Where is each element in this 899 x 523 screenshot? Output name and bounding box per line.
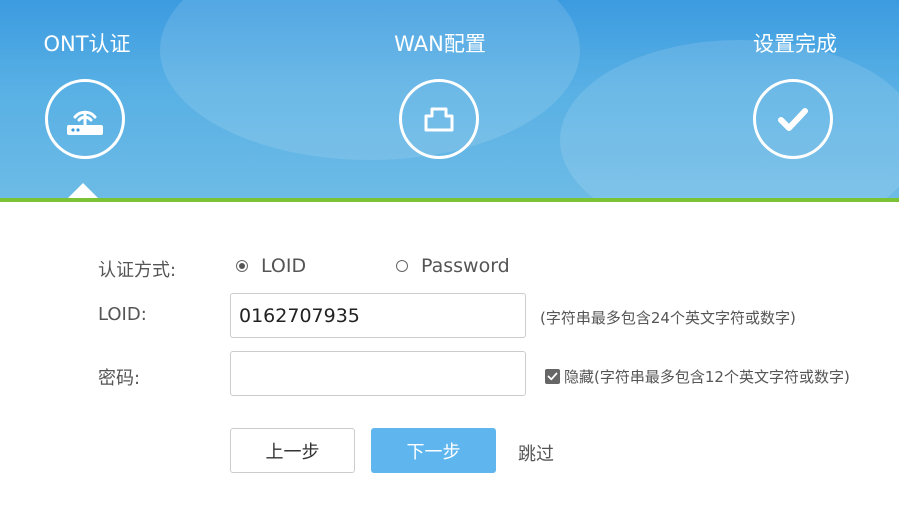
hide-password-checkbox[interactable]: [545, 369, 560, 384]
active-step-pointer: [68, 183, 98, 198]
prev-step-button[interactable]: 上一步: [230, 428, 355, 473]
radio-password-label: Password: [421, 255, 510, 277]
radio-loid[interactable]: LOID: [236, 255, 306, 277]
ont-setup-page: ONT认证 WAN配置 设置完成 认证方式: LOID Password LOI…: [0, 0, 899, 523]
loid-input[interactable]: [230, 293, 526, 338]
loid-label: LOID:: [98, 304, 147, 325]
password-input[interactable]: [230, 351, 526, 396]
radio-loid-indicator[interactable]: [236, 260, 248, 272]
step-label-setup-done: 设置完成: [753, 32, 837, 56]
checkmark-icon: [753, 79, 833, 159]
radio-password-indicator[interactable]: [396, 260, 408, 272]
hide-password-label: 隐藏(字符串最多包含12个英文字符或数字): [564, 368, 850, 386]
skip-link[interactable]: 跳过: [518, 440, 554, 466]
next-step-button[interactable]: 下一步: [371, 428, 496, 473]
header-divider: [0, 198, 899, 202]
password-label: 密码:: [98, 368, 141, 389]
step-label-ont-auth: ONT认证: [43, 32, 131, 56]
auth-method-label: 认证方式:: [98, 260, 177, 281]
radio-password[interactable]: Password: [396, 255, 510, 277]
radio-loid-label: LOID: [261, 255, 307, 277]
hide-password-toggle[interactable]: 隐藏(字符串最多包含12个英文字符或数字): [545, 366, 850, 387]
step-label-wan-config: WAN配置: [394, 32, 486, 56]
steps-header: ONT认证 WAN配置 设置完成: [0, 0, 899, 198]
network-port-icon: [399, 79, 479, 159]
router-icon: [45, 79, 125, 159]
loid-hint: (字符串最多包含24个英文字符或数字): [540, 309, 796, 327]
